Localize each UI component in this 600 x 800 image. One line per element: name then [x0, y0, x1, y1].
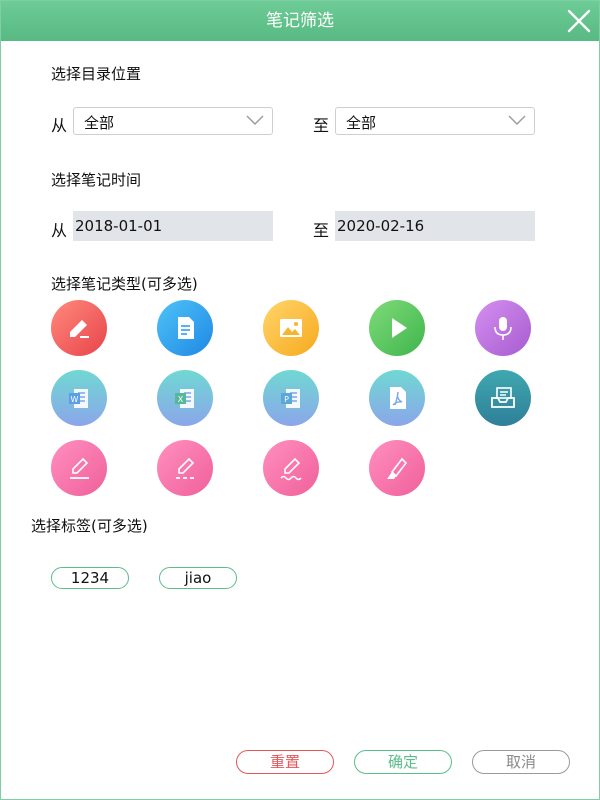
dialog-title: 笔记筛选 — [266, 11, 334, 31]
svg-text:X: X — [178, 395, 184, 404]
highlighter-icon — [387, 457, 408, 479]
title-bar: 笔记筛选 — [1, 1, 599, 41]
type-note-button[interactable] — [51, 300, 107, 356]
document-icon — [178, 317, 194, 339]
chevron-down-icon — [508, 115, 526, 125]
directory-from-select[interactable]: 全部 — [73, 107, 273, 135]
close-icon — [567, 9, 591, 33]
type-excel-button[interactable]: X — [157, 370, 213, 426]
close-button[interactable] — [565, 7, 593, 35]
tag-jiao[interactable]: jiao — [159, 567, 237, 589]
image-icon — [280, 319, 302, 337]
svg-text:P: P — [284, 395, 289, 404]
type-document-button[interactable] — [157, 300, 213, 356]
video-play-icon — [392, 318, 407, 338]
confirm-button[interactable]: 确定 — [354, 750, 452, 774]
start-date-field[interactable]: 2018-01-01 — [73, 211, 273, 241]
powerpoint-icon: P — [281, 389, 300, 408]
type-image-button[interactable] — [263, 300, 319, 356]
word-icon: W — [69, 389, 88, 408]
chevron-down-icon — [246, 115, 264, 125]
pen-dashed-icon — [176, 457, 195, 479]
type-inbox-button[interactable] — [475, 370, 531, 426]
directory-section-label: 选择目录位置 — [51, 65, 142, 83]
type-video-button[interactable] — [369, 300, 425, 356]
end-date-field[interactable]: 2020-02-16 — [335, 211, 535, 241]
inbox-icon — [491, 387, 515, 408]
edit-note-icon — [70, 320, 89, 338]
directory-to-select[interactable]: 全部 — [335, 107, 535, 135]
type-pdf-button[interactable] — [369, 370, 425, 426]
type-pen-wave-button[interactable] — [263, 440, 319, 496]
time-from-label: 从 — [51, 221, 68, 240]
time-to-label: 至 — [313, 221, 330, 240]
note-filter-dialog: 笔记筛选 选择目录位置 从 全部 至 全部 选择笔记时间 从 2018-01-0… — [0, 0, 600, 800]
directory-to-value: 全部 — [346, 114, 377, 132]
directory-to-label: 至 — [313, 116, 330, 135]
cancel-button[interactable]: 取消 — [472, 750, 570, 774]
microphone-icon — [494, 317, 512, 340]
directory-from-label: 从 — [51, 116, 68, 135]
pen-underline-icon — [70, 457, 89, 479]
type-ppt-button[interactable]: P — [263, 370, 319, 426]
type-pen-dashed-button[interactable] — [157, 440, 213, 496]
time-section-label: 选择笔记时间 — [51, 171, 142, 189]
type-highlighter-button[interactable] — [369, 440, 425, 496]
type-audio-button[interactable] — [475, 300, 531, 356]
directory-from-value: 全部 — [84, 114, 115, 132]
type-pen-underline-button[interactable] — [51, 440, 107, 496]
reset-button[interactable]: 重置 — [236, 750, 334, 774]
types-section-label: 选择笔记类型(可多选) — [51, 275, 198, 293]
tag-1234[interactable]: 1234 — [51, 567, 129, 589]
excel-icon: X — [175, 389, 194, 408]
pdf-icon — [390, 387, 406, 409]
type-word-button[interactable]: W — [51, 370, 107, 426]
tags-section-label: 选择标签(可多选) — [31, 517, 148, 535]
pen-wave-icon — [280, 457, 302, 481]
svg-text:W: W — [71, 395, 79, 404]
